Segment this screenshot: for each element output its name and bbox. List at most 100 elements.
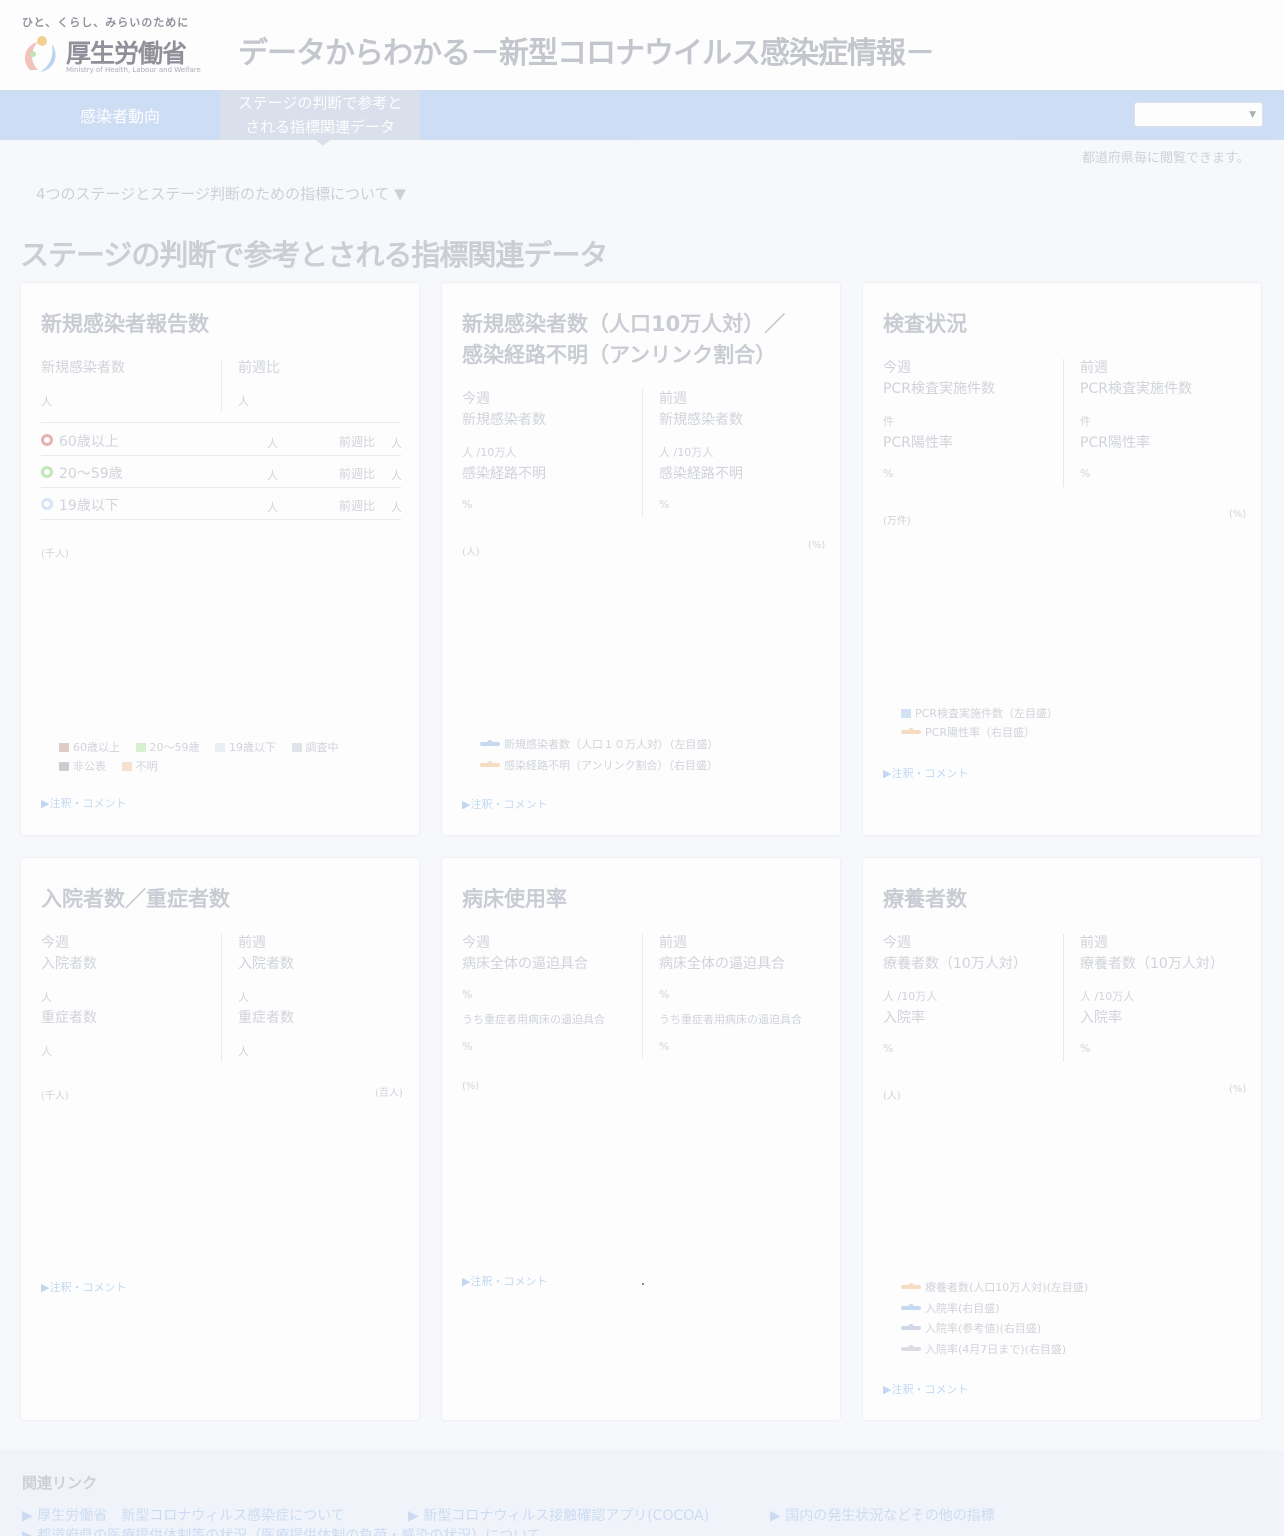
chart-legend-item: 療養者数(人口10万人対)(左目盛) [901, 1279, 1088, 1295]
note-comment-link[interactable]: ▶注釈・コメント [883, 1381, 968, 1397]
new-cases-label: 新規感染者数 [659, 412, 743, 428]
link-cocoa-app[interactable]: ▶ 新型コロナウィルス接触確認アプリ(COCOA) [408, 1505, 709, 1525]
severe-bed-rate-unit: % [462, 1040, 473, 1053]
legend-swatch-icon [59, 743, 69, 752]
card-cases-per-100k: 新規感染者数（人口10万人対）／ 感染経路不明（アンリンク割合） 今週 新規感染者… [441, 282, 841, 836]
hosp-rate-label: 入院率 [1080, 1010, 1122, 1026]
age-label: 19歳以下 [59, 498, 119, 514]
divider [41, 519, 401, 520]
site-title: データからわかる－新型コロナウイルス感染症情報－ [238, 36, 935, 71]
legend-item: 20～59歳 [135, 738, 200, 757]
age-ratio-label: 前週比 [339, 435, 376, 449]
divider [642, 934, 643, 1058]
age-20-59-dot-icon [41, 466, 53, 478]
mhlw-logo[interactable]: ひと、くらし、みらいのために 厚生労働省 Ministry of Health,… [20, 14, 201, 78]
chart-axis-left-unit: (万件) [883, 516, 911, 527]
chart-axis-right-unit: (%) [1229, 509, 1247, 520]
link-prefecture-medical-status[interactable]: ▶ 都道府県の医療提供体制等の状況（医療提供体制の負荷・感染の状況）について [22, 1525, 541, 1536]
legend-item: 不明 [121, 757, 158, 776]
divider [41, 455, 401, 456]
divider [1063, 934, 1064, 1062]
age-60-plus-dot-icon [41, 434, 53, 446]
age-label: 60歳以上 [59, 434, 119, 450]
legend-line-icon [480, 761, 500, 767]
card-title: 入院者数／重症者数 [41, 887, 230, 911]
page-title: ステージの判断で参考とされる指標関連データ [20, 238, 608, 272]
new-cases-unit: 人 [41, 395, 52, 408]
legend-line-icon [480, 740, 500, 746]
severe-bed-rate-label: うち重症者用病床の逼迫具合 [659, 1013, 802, 1026]
legend-line-icon [901, 728, 921, 734]
divider [221, 934, 222, 1062]
chart-legend-item: PCR検査実施件数（左目盛） [901, 705, 1058, 721]
note-comment-link[interactable]: ▶注釈・コメント [41, 795, 126, 811]
card-bed-occupancy: 病床使用率 今週 病床全体の逼迫具合 % うち重症者用病床の逼迫具合 % 前週 … [441, 857, 841, 1421]
pcr-rate-label: PCR陽性率 [883, 435, 953, 451]
active-tab-caret [316, 140, 330, 146]
prefecture-select[interactable]: ▼ [1134, 102, 1263, 127]
link-other-indicators[interactable]: ▶ 国内の発生状況などその他の指標 [770, 1505, 995, 1525]
bed-rate-label: 病床全体の逼迫具合 [659, 956, 785, 972]
this-week-label: 今週 [883, 360, 911, 376]
card-title: 新規感染者数（人口10万人対）／ 感染経路不明（アンリンク割合） [462, 312, 786, 367]
age-unit: 人 [267, 437, 278, 450]
chevron-down-icon: ▼ [1249, 110, 1256, 120]
note-comment-link[interactable]: ▶注釈・コメント [883, 765, 968, 781]
unlinked-label: 感染経路不明 [659, 466, 743, 482]
main-nav: 感染者動向 ステージの判断で参考と される指標関連データ ▼ [0, 90, 1284, 146]
chart-legend: 60歳以上 20～59歳 19歳以下 調査中 非公表 不明 [59, 738, 399, 776]
tab-stage-indicators-line2: される指標関連データ [244, 118, 395, 136]
legend-item: 非公表 [59, 757, 106, 776]
patients-label: 療養者数（10万人対） [883, 956, 1027, 972]
legend-line-icon [901, 1283, 921, 1289]
stage-info-toggle[interactable]: 4つのステージとステージ判断のための指標について ▼ [36, 183, 406, 204]
this-week-label: 今週 [41, 935, 69, 951]
chart-axis-left-unit: (人) [883, 1091, 901, 1102]
pcr-rate-unit: % [883, 467, 894, 480]
logo-name: 厚生労働省 [66, 39, 187, 68]
tab-infection-trends[interactable]: 感染者動向 [20, 90, 220, 140]
prefecture-note: 都道府県毎に閲覧できます。 [1082, 151, 1250, 166]
patients-unit: 人 /10万人 [1080, 990, 1135, 1003]
last-week-label: 前週 [1080, 360, 1108, 376]
legend-swatch-icon [59, 762, 69, 771]
chart-legend-item: 新規感染者数（人口１０万人対）（左目盛） [480, 736, 719, 752]
legend-item: 19歳以下 [215, 738, 276, 757]
divider [41, 422, 401, 423]
tab-stage-indicators[interactable]: ステージの判断で参考と される指標関連データ [220, 90, 420, 146]
tab-stage-indicators-line1: ステージの判断で参考と [237, 94, 403, 112]
last-week-label: 前週 [659, 391, 687, 407]
unlinked-unit: % [659, 498, 670, 511]
card-title: 検査状況 [883, 312, 967, 336]
divider [41, 487, 401, 488]
unlinked-unit: % [462, 498, 473, 511]
age-ratio-unit: 人 [391, 469, 402, 482]
note-comment-link[interactable]: ▶注釈・コメント [462, 1273, 547, 1289]
severe-bed-rate-unit: % [659, 1040, 670, 1053]
age-ratio-label: 前週比 [339, 499, 376, 513]
age-label: 20～59歳 [59, 466, 123, 482]
new-cases-unit: 人 /10万人 [462, 446, 517, 459]
pcr-rate-unit: % [1080, 467, 1091, 480]
pcr-rate-label: PCR陽性率 [1080, 435, 1150, 451]
unlinked-label: 感染経路不明 [462, 466, 546, 482]
bed-rate-label: 病床全体の逼迫具合 [462, 956, 588, 972]
this-week-label: 今週 [462, 935, 490, 951]
card-new-cases: 新規感染者報告数 新規感染者数 人 前週比 人 60歳以上 人 前週比 人 20… [20, 282, 420, 836]
note-comment-link[interactable]: ▶注釈・コメント [462, 796, 547, 812]
last-week-label: 前週 [1080, 935, 1108, 951]
chart-axis-left-unit: (人) [462, 547, 480, 558]
legend-item: 60歳以上 [59, 738, 120, 757]
note-comment-link[interactable]: ▶注釈・コメント [41, 1279, 126, 1295]
chart-dot-marker [642, 1283, 644, 1285]
inpatients-label: 入院者数 [238, 956, 294, 972]
chart-axis-left-unit: (千人) [41, 1091, 69, 1102]
last-week-label: 前週 [238, 935, 266, 951]
age-ratio-unit: 人 [391, 501, 402, 514]
legend-line-icon [901, 1345, 921, 1351]
pcr-count-label: PCR検査実施件数 [1080, 381, 1192, 397]
link-mhlw-covid[interactable]: ▶ 厚生労働省 新型コロナウィルス感染症について [22, 1505, 345, 1525]
legend-swatch-icon [901, 709, 911, 718]
this-week-label: 今週 [462, 391, 490, 407]
legend-swatch-icon [135, 743, 146, 752]
